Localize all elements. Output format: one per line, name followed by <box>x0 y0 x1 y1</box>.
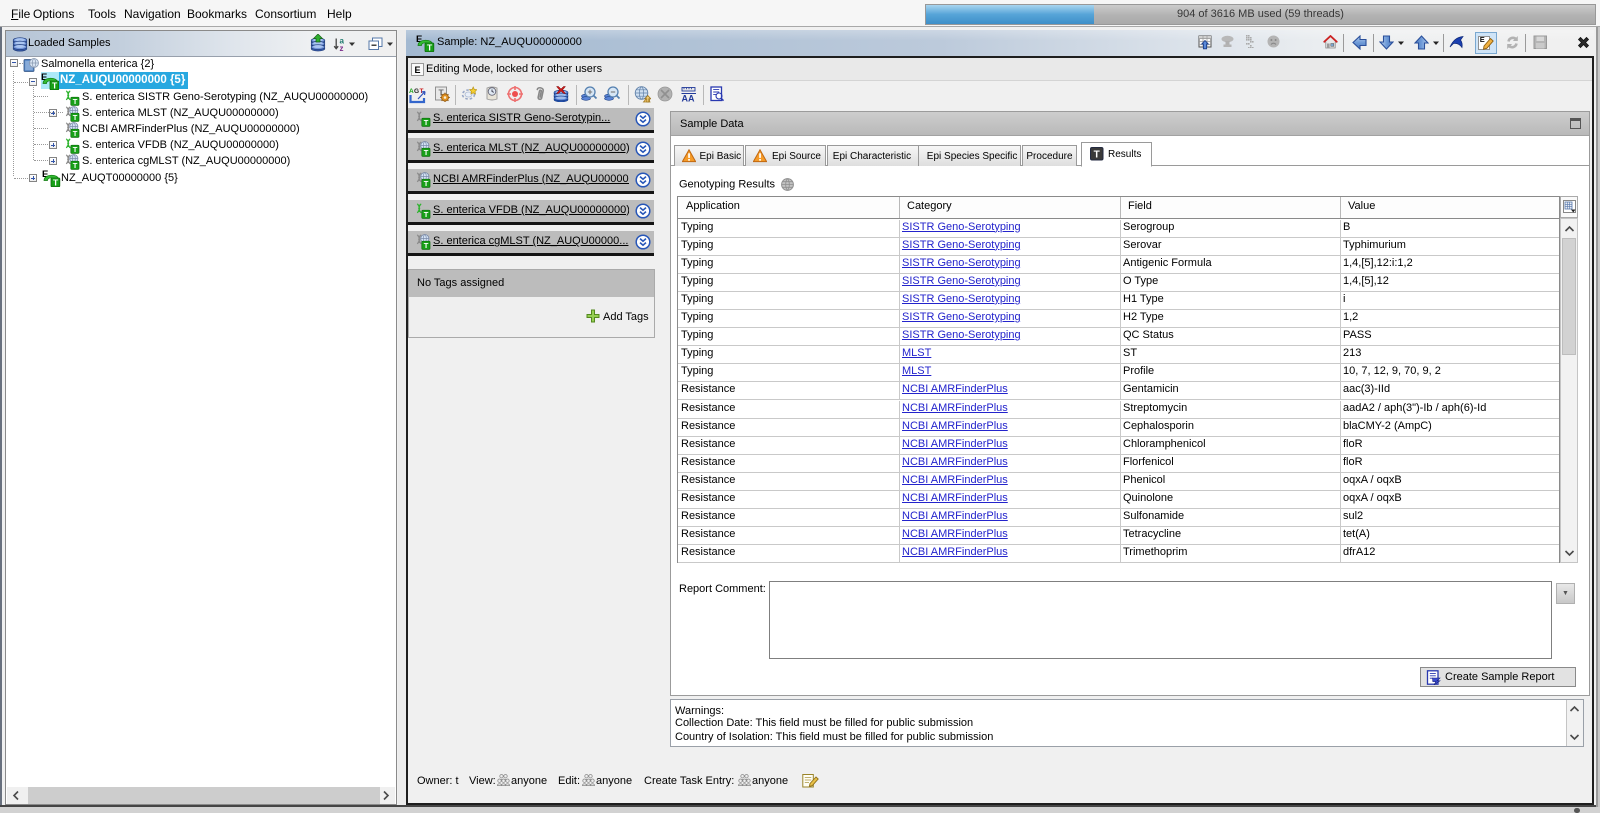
svg-text:T: T <box>424 179 429 188</box>
svg-text:T: T <box>424 118 429 127</box>
svg-text:T: T <box>73 129 78 138</box>
svg-text:AA: AA <box>682 94 695 103</box>
svg-text:E: E <box>1480 35 1485 44</box>
svg-text:T: T <box>424 241 429 250</box>
svg-text:T: T <box>424 148 429 157</box>
svg-text:T: T <box>73 161 78 170</box>
svg-text:T: T <box>73 145 78 154</box>
svg-text:T: T <box>52 80 58 90</box>
svg-text:T: T <box>1094 149 1100 160</box>
svg-text:T: T <box>73 97 78 106</box>
svg-text:z: z <box>340 44 344 51</box>
svg-text:T: T <box>424 210 429 219</box>
svg-text:T: T <box>427 42 433 52</box>
svg-text:G: G <box>414 88 419 95</box>
svg-text:T: T <box>53 177 59 187</box>
svg-text:T: T <box>73 113 78 122</box>
